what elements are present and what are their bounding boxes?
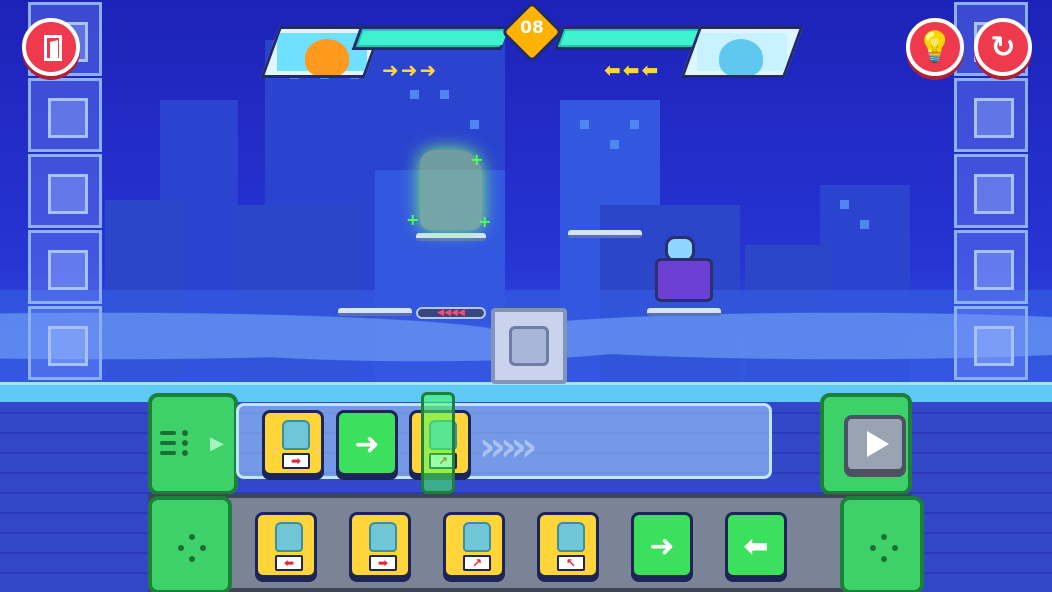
player-move-arrows: ➜➜➜ — [382, 58, 439, 82]
restart-button[interactable]: ↻ — [974, 18, 1032, 76]
tile — [954, 230, 1028, 304]
floating-platform — [338, 308, 412, 316]
blue-dino-icon — [719, 39, 763, 77]
round-number: 08 — [520, 18, 544, 38]
direction-tag: ➡ — [282, 453, 310, 469]
exit-button[interactable] — [22, 18, 80, 76]
enemy-robot-dino — [655, 232, 715, 308]
heal-plus-icon: + — [406, 210, 420, 229]
direction-tag: ➡ — [369, 555, 397, 571]
palette-card[interactable]: ↖ — [537, 512, 599, 578]
tile — [28, 306, 102, 380]
dash-arrow-icon: ➜ — [649, 529, 675, 564]
enemy-portrait — [680, 26, 804, 78]
play-button[interactable] — [844, 415, 906, 473]
panel-right-cap — [820, 393, 912, 495]
palette-right-cap — [840, 496, 924, 592]
door-exit-icon — [44, 35, 62, 61]
queue-card[interactable]: ➜ — [336, 410, 398, 476]
panel-left-cap: ▶ — [148, 393, 238, 495]
program-cursor — [421, 392, 455, 494]
robot-icon — [282, 420, 310, 450]
palette-left-cap — [148, 496, 232, 592]
tile — [954, 154, 1028, 228]
floating-platform — [416, 233, 486, 241]
game-scene: ◀◀◀◀ + + + ➜➜➜ 08 ⬅⬅⬅ 💡 ↻ ▶ ››››› ➡ ➜ ⬅ … — [0, 0, 1052, 592]
enemy-health-bar — [553, 26, 713, 50]
palette-card[interactable]: ↗ — [443, 512, 505, 578]
palette-card[interactable]: ➡ — [349, 512, 411, 578]
tile — [954, 78, 1028, 152]
restart-icon: ↻ — [990, 29, 1016, 65]
spike-bar: ◀◀◀◀ — [416, 307, 486, 319]
robot-icon — [369, 522, 397, 552]
heal-plus-icon: + — [470, 150, 484, 169]
tile — [28, 78, 102, 152]
enemy-health-fill — [560, 31, 710, 45]
robot-icon — [463, 522, 491, 552]
robot-icon — [275, 522, 303, 552]
heal-plus-icon: + — [478, 212, 492, 231]
tile — [28, 154, 102, 228]
dpad-icon — [178, 534, 206, 562]
player-health-fill — [358, 31, 508, 45]
palette-card[interactable]: ⬅ — [255, 512, 317, 578]
direction-tag: ↗ — [463, 555, 491, 571]
hint-button[interactable]: 💡 — [906, 18, 964, 76]
play-icon — [867, 431, 889, 457]
orange-dino-icon — [305, 39, 349, 77]
dash-arrow-icon: ⬅ — [743, 529, 769, 564]
direction-tag: ↖ — [557, 555, 585, 571]
dash-arrow-icon: ➜ — [354, 427, 380, 462]
floating-platform — [568, 230, 642, 238]
enemy-move-arrows: ⬅⬅⬅ — [604, 58, 661, 82]
chevrons-decoration: ››››› — [479, 424, 537, 470]
dpad-icon — [870, 534, 898, 562]
robot-icon — [557, 522, 585, 552]
floating-platform — [647, 308, 721, 316]
tile — [954, 306, 1028, 380]
metal-crate — [491, 308, 567, 384]
queue-card[interactable]: ➡ — [262, 410, 324, 476]
triangle-indicator-icon: ▶ — [210, 433, 224, 454]
player-health-bar — [351, 26, 511, 50]
tile — [28, 230, 102, 304]
palette-card[interactable]: ⬅ — [725, 512, 787, 578]
palette-card[interactable]: ➜ — [631, 512, 693, 578]
lightbulb-icon: 💡 — [916, 29, 954, 65]
direction-tag: ⬅ — [275, 555, 303, 571]
